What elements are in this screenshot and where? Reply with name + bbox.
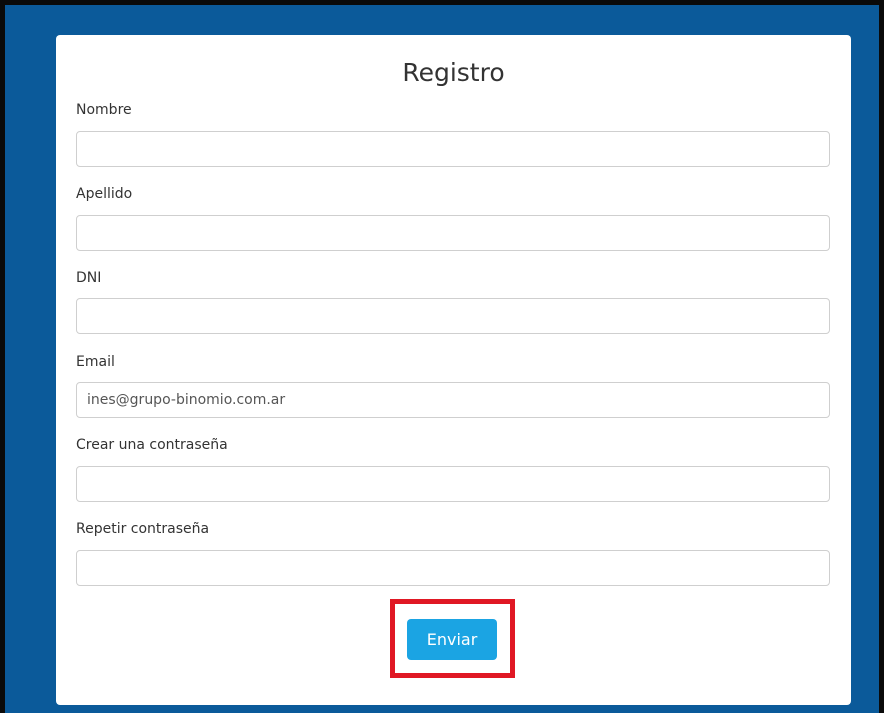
- repeat-password-label: Repetir contraseña: [76, 521, 210, 537]
- submit-highlight-box: Enviar: [390, 599, 515, 678]
- create-password-input[interactable]: [76, 466, 830, 502]
- email-input[interactable]: [76, 382, 830, 418]
- repeat-password-input[interactable]: [76, 550, 830, 586]
- dni-input[interactable]: [76, 298, 830, 334]
- nombre-input[interactable]: [76, 131, 830, 167]
- nombre-label: Nombre: [76, 102, 132, 118]
- email-label: Email: [76, 354, 115, 370]
- form-title: Registro: [402, 58, 505, 87]
- registration-card: Registro Nombre Apellido DNI Email Crear…: [56, 35, 851, 705]
- apellido-label: Apellido: [76, 186, 133, 202]
- create-password-label: Crear una contraseña: [76, 437, 228, 453]
- page-background: Registro Nombre Apellido DNI Email Crear…: [0, 0, 884, 713]
- submit-button[interactable]: Enviar: [407, 619, 497, 660]
- apellido-input[interactable]: [76, 215, 830, 251]
- dni-label: DNI: [76, 270, 102, 286]
